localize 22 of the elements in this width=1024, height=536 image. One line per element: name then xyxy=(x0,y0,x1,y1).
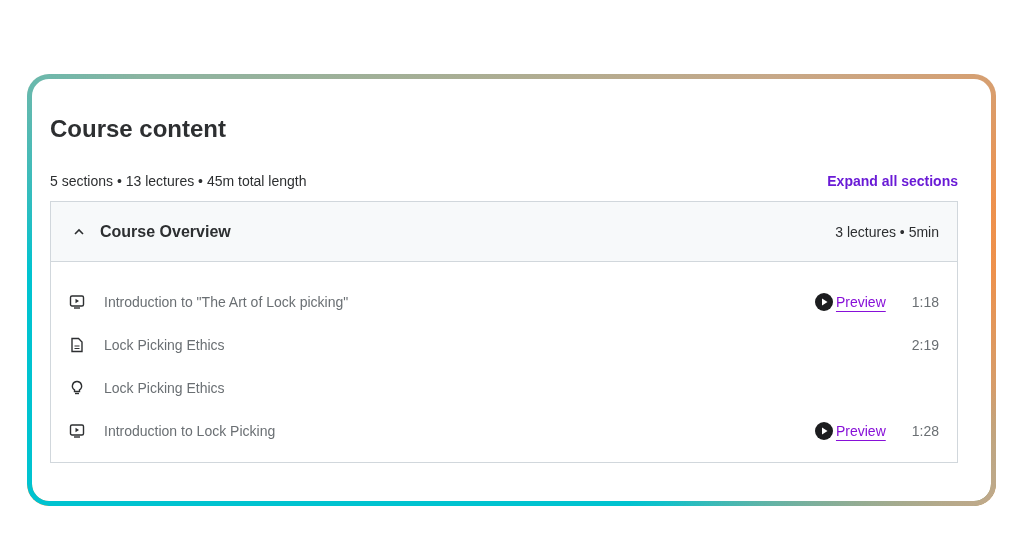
lecture-title: Introduction to "The Art of Lock picking" xyxy=(104,293,349,310)
preview-link[interactable]: Preview xyxy=(835,422,886,439)
play-icon xyxy=(814,292,833,311)
course-summary: 5 sections • 13 lectures • 45m total length xyxy=(50,173,307,189)
document-icon xyxy=(69,336,85,353)
lightbulb-icon xyxy=(69,379,85,396)
lecture-duration: 2:19 xyxy=(911,336,939,353)
section-header[interactable]: Course Overview 3 lectures • 5min xyxy=(51,202,957,262)
preview-link[interactable]: Preview xyxy=(835,293,886,310)
video-icon xyxy=(69,422,85,439)
video-icon xyxy=(69,293,85,310)
expand-all-link[interactable]: Expand all sections xyxy=(827,173,958,189)
section-title: Course Overview xyxy=(100,222,231,241)
lecture-title: Lock Picking Ethics xyxy=(104,336,225,353)
lecture-duration: 1:28 xyxy=(911,422,939,439)
heading: Course content xyxy=(50,115,227,143)
chevron-icon xyxy=(73,227,85,236)
lecture-title: Lock Picking Ethics xyxy=(104,379,225,396)
lecture-duration: 1:18 xyxy=(911,293,939,310)
section-meta: 3 lectures • 5min xyxy=(835,223,939,240)
lecture-title: Introduction to Lock Picking xyxy=(104,422,276,439)
play-icon xyxy=(814,421,833,440)
